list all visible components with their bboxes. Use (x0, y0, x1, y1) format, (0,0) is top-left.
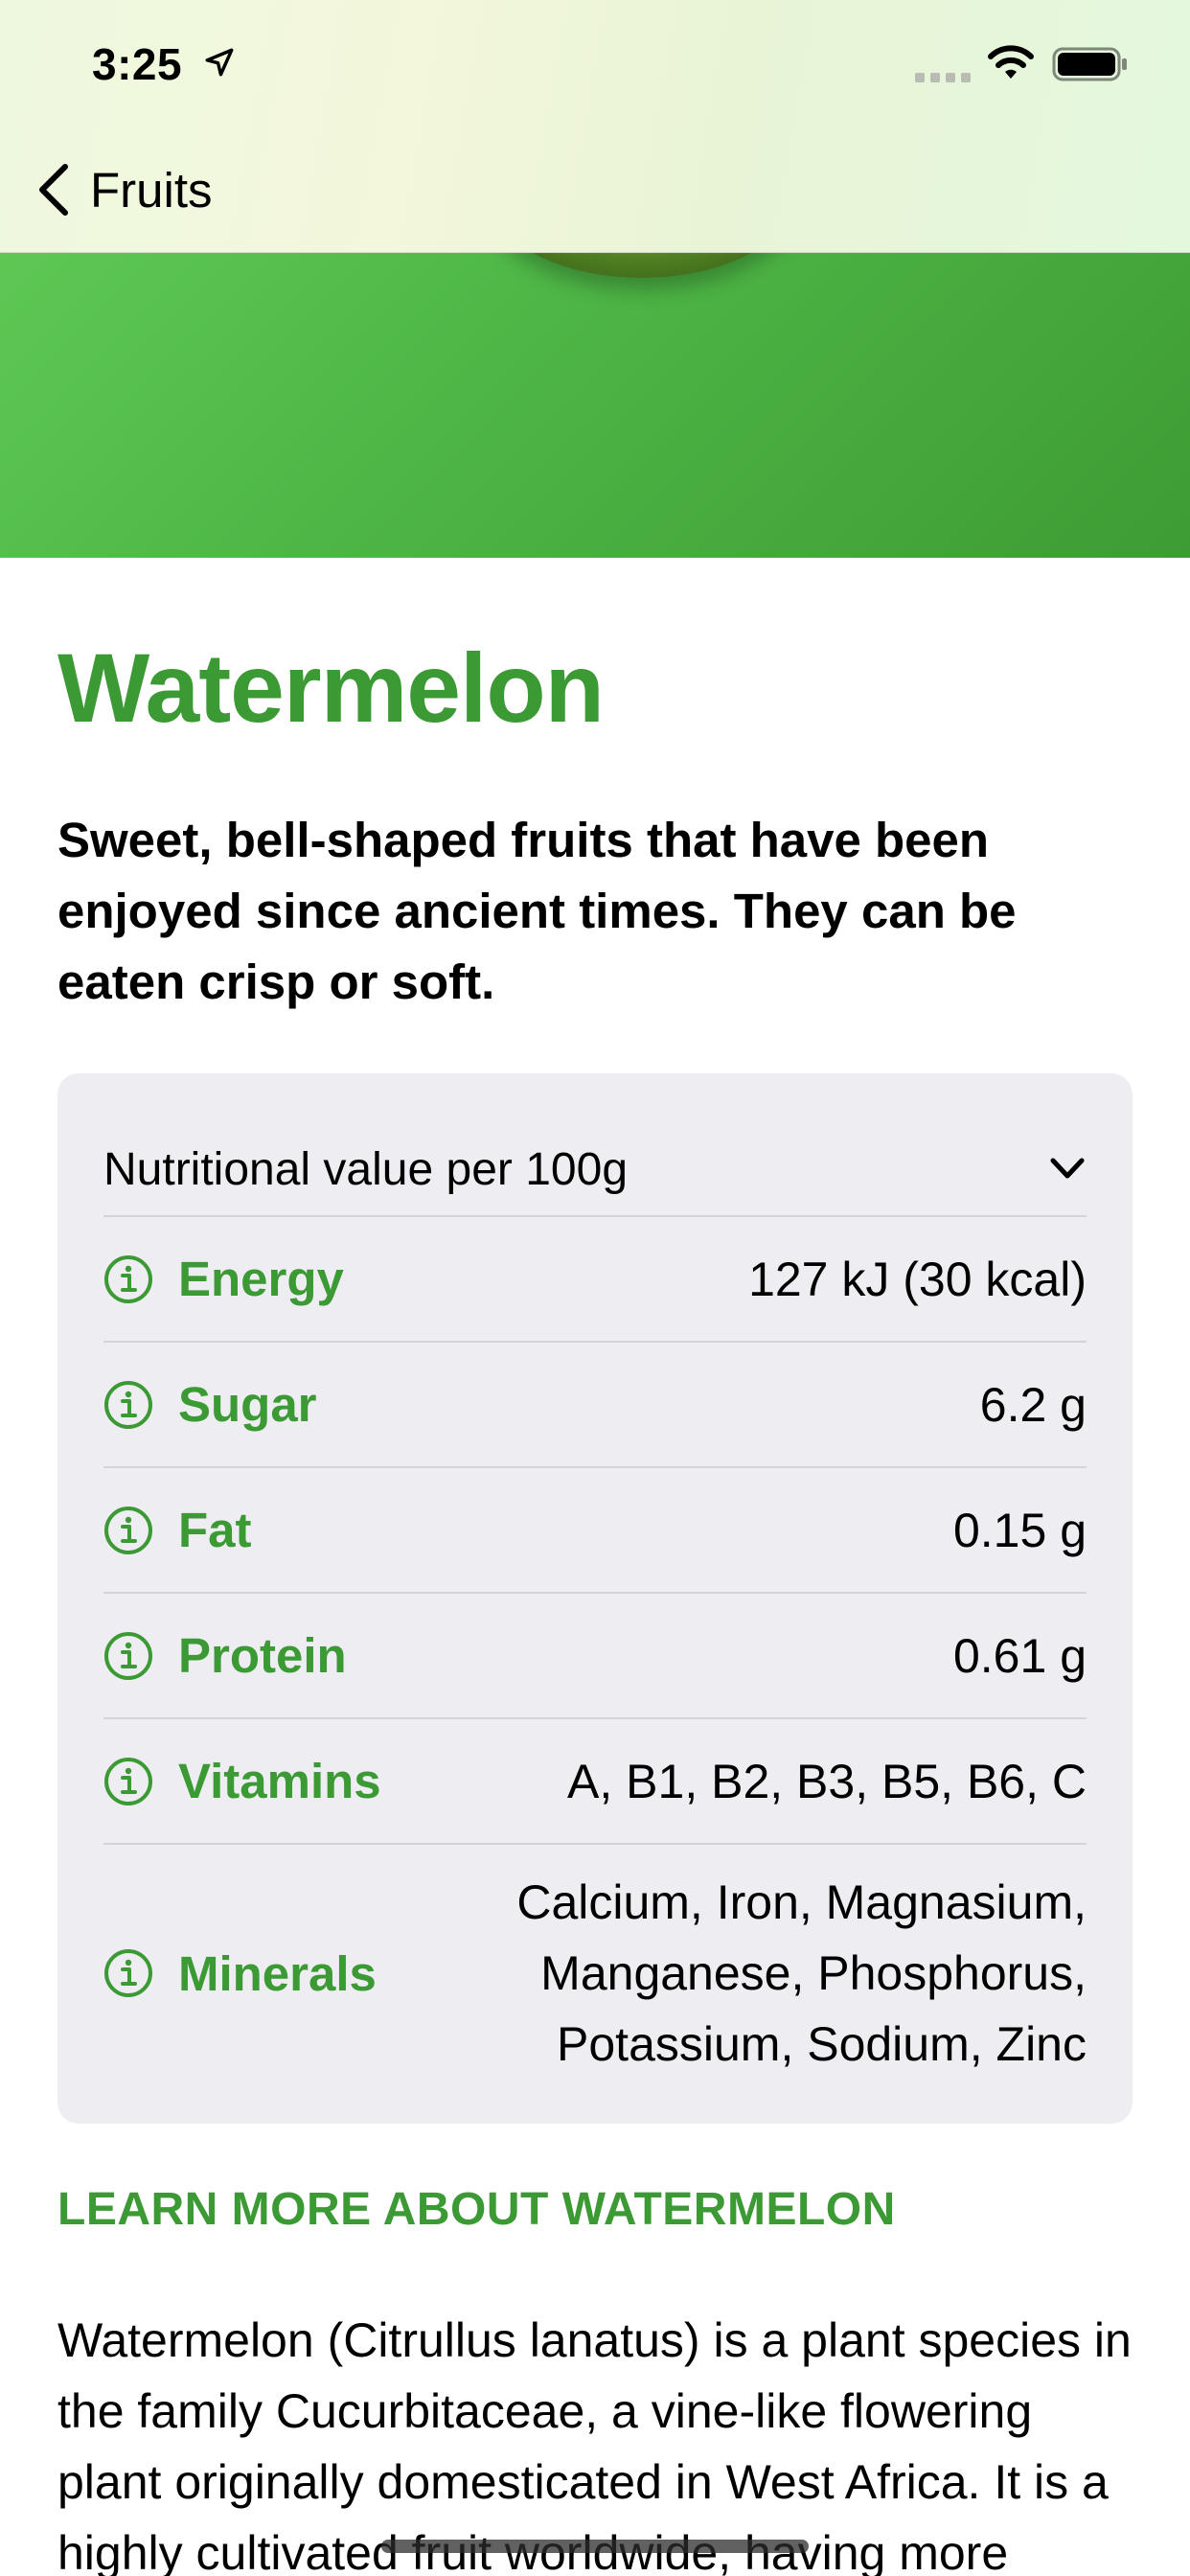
chevron-down-icon (1050, 1158, 1085, 1179)
nutrition-info-button-sugar[interactable]: Sugar (103, 1376, 317, 1433)
nutrition-header-label: Nutritional value per 100g (103, 1143, 629, 1195)
nutrition-label: Energy (178, 1252, 344, 1306)
nutrition-row-fat: Fat 0.15 g (103, 1466, 1087, 1592)
nutrition-info-button-fat[interactable]: Fat (103, 1502, 252, 1558)
nutrition-row-energy: Energy 127 kJ (30 kcal) (103, 1215, 1087, 1341)
nutrition-value: 0.61 g (952, 1628, 1087, 1683)
nutrition-label: Minerals (178, 1945, 377, 2001)
nutrition-label: Sugar (178, 1377, 317, 1432)
signal-icon (915, 73, 971, 82)
fruit-headline: Sweet, bell-shaped fruits that have been… (57, 813, 1017, 1009)
info-circle-icon (104, 1631, 152, 1680)
nutrition-info-button-vitamins[interactable]: Vitamins (103, 1753, 381, 1809)
nutrition-value-line: Manganese, Phosphorus, (540, 1946, 1087, 2000)
fruit-description: Watermelon (Citrullus lanatus) is a plan… (57, 2313, 1132, 2576)
nutrition-value: A, B1, B2, B3, B5, B6, C (567, 1754, 1087, 1808)
wifi-icon (988, 45, 1034, 79)
status-time: 3:25 (92, 39, 183, 89)
info-circle-icon (104, 1254, 152, 1303)
nutrition-value: 6.2 g (979, 1377, 1087, 1432)
nutrition-row-protein: Protein 0.61 g (103, 1592, 1087, 1717)
nutrition-info-button-minerals[interactable]: Minerals (103, 1945, 377, 2002)
info-circle-icon (104, 1506, 152, 1554)
nutrition-label: Protein (178, 1628, 347, 1683)
learn-more-heading: LEARN MORE ABOUT WATERMELON (57, 2184, 896, 2235)
info-circle-icon (104, 1949, 152, 1997)
nutrition-label: Fat (178, 1503, 252, 1557)
nutrition-value-line: Potassium, Sodium, Zinc (557, 2017, 1087, 2071)
battery-icon (1052, 47, 1127, 81)
nutrition-row-vitamins: Vitamins A, B1, B2, B3, B5, B6, C (103, 1717, 1087, 1843)
nutrition-value: Calcium, Iron, Magnasium, Manganese, Pho… (516, 1867, 1087, 2080)
home-indicator[interactable] (381, 2540, 809, 2553)
nutrition-row-minerals: Minerals Calcium, Iron, Magnasium, Manga… (103, 1843, 1087, 2102)
back-button[interactable]: Fruits (34, 159, 213, 220)
nutrition-label: Vitamins (178, 1754, 381, 1808)
nutrition-value: 0.15 g (952, 1503, 1087, 1557)
back-button-label: Fruits (90, 162, 213, 218)
nutrition-info-button-protein[interactable]: Protein (103, 1627, 347, 1684)
chevron-left-icon (39, 164, 68, 216)
location-arrow-icon (205, 48, 234, 77)
nutrition-info-button-energy[interactable]: Energy (103, 1251, 344, 1307)
nutrition-card: Nutritional value per 100g Energy 127 kJ… (57, 1073, 1133, 2124)
navigation-bar: 3:25 Fruits (0, 0, 1190, 253)
nutrition-value-line: Calcium, Iron, Magnasium, (516, 1875, 1087, 1929)
fruit-title: Watermelon (57, 633, 605, 743)
info-circle-icon (104, 1380, 152, 1429)
fruit-detail-screen: 3:25 Fruits Watermelon Sweet, bell-shape… (0, 0, 1190, 2576)
nutrition-disclosure-header[interactable]: Nutritional value per 100g (103, 1121, 1087, 1217)
info-circle-icon (104, 1757, 152, 1806)
nutrition-row-sugar: Sugar 6.2 g (103, 1341, 1087, 1466)
nutrition-value: 127 kJ (30 kcal) (748, 1252, 1087, 1306)
